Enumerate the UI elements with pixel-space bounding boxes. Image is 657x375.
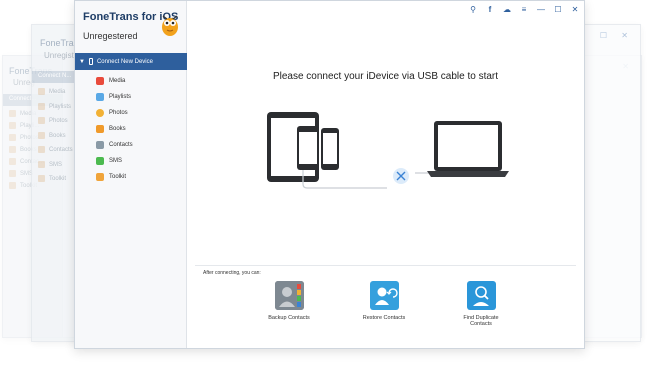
connect-device-item[interactable]: ▼ Connect New Device: [75, 53, 187, 70]
contacts-icon: [96, 141, 104, 149]
chat-icon[interactable]: ☁: [502, 5, 512, 14]
sidebar-nav: Media Playlists Photos Books Contacts SM…: [75, 73, 187, 185]
sidebar-item-contacts[interactable]: Contacts: [75, 137, 187, 153]
mascot-logo-icon: [162, 15, 178, 36]
sidebar-item-books[interactable]: Books: [75, 121, 187, 137]
sidebar-item-label: Contacts: [109, 142, 133, 148]
toolkit-icon: [96, 173, 104, 181]
media-icon: [96, 77, 104, 85]
books-icon: [96, 125, 104, 133]
sidebar-item-label: Playlists: [109, 94, 132, 100]
key-icon[interactable]: ⚲: [468, 5, 478, 14]
menu-icon[interactable]: ≡: [519, 5, 529, 14]
sidebar-item-label: Toolkit: [109, 174, 127, 180]
iphone-small-icon: [321, 128, 339, 170]
section-divider: [195, 265, 576, 266]
restore-contacts-label: Restore Contacts: [362, 315, 406, 321]
background-item: SMS: [38, 161, 62, 168]
device-connection-illustration: [267, 112, 509, 189]
disconnected-icon: [393, 168, 409, 184]
background-item: Books: [38, 132, 66, 139]
restore-contacts-action[interactable]: Restore Contacts: [344, 281, 424, 321]
sms-icon: [96, 157, 104, 165]
find-duplicate-contacts-action[interactable]: Find Duplicate Contacts: [441, 281, 521, 327]
find-duplicate-contacts-label: Find Duplicate Contacts: [463, 315, 499, 327]
background-window-controls: ☐ ✕: [599, 31, 634, 40]
close-icon[interactable]: ✕: [570, 5, 580, 14]
sidebar-item-photos[interactable]: Photos: [75, 105, 187, 121]
connect-instruction: Please connect your iDevice via USB cabl…: [272, 71, 499, 82]
background-item: Toolkit: [38, 175, 66, 182]
background-item: Contacts: [38, 146, 73, 153]
sidebar-item-label: SMS: [109, 158, 123, 164]
sidebar-item-playlists[interactable]: Playlists: [75, 89, 187, 105]
backup-contacts-action[interactable]: Backup Contacts: [249, 281, 329, 321]
sidebar-item-toolkit[interactable]: Toolkit: [75, 169, 187, 185]
main-panel: ⚲ f ☁ ≡ — ☐ ✕ Please connect your iDevic…: [187, 1, 584, 348]
phone-icon: [88, 58, 93, 65]
sidebar-item-label: Media: [109, 78, 126, 84]
maximize-icon[interactable]: ☐: [553, 5, 563, 14]
sidebar-item-media[interactable]: Media: [75, 73, 187, 89]
backup-contacts-label: Backup Contacts: [268, 315, 310, 321]
laptop-icon: [427, 121, 509, 177]
registration-status[interactable]: Unregestered: [83, 31, 138, 41]
main-window: FoneTrans for iOS Unregestered ▼ Connect…: [74, 0, 585, 349]
playlists-icon: [96, 93, 104, 101]
find-duplicate-contacts-icon[interactable]: [466, 281, 496, 310]
sidebar: FoneTrans for iOS Unregestered ▼ Connect…: [75, 1, 187, 348]
restore-contacts-icon[interactable]: [369, 281, 399, 310]
background-item: Photos: [38, 117, 68, 124]
backup-contacts-icon[interactable]: [274, 281, 304, 310]
iphone-icon: [297, 126, 319, 170]
sidebar-item-sms[interactable]: SMS: [75, 153, 187, 169]
title-bar-controls: ⚲ f ☁ ≡ — ☐ ✕: [468, 5, 580, 14]
sidebar-item-label: Photos: [109, 110, 128, 116]
facebook-icon[interactable]: f: [485, 5, 495, 14]
minimize-icon[interactable]: —: [536, 5, 546, 14]
background-item: SMS: [9, 170, 33, 177]
background-item: Media: [38, 88, 65, 95]
after-connecting-label: After connecting, you can:: [203, 270, 261, 276]
connect-device-label: Connect New Device: [96, 58, 153, 65]
expand-triangle-icon[interactable]: ▼: [79, 59, 85, 65]
background-item: Connect N...: [38, 73, 72, 79]
background-item: Playlists: [38, 103, 71, 110]
photos-icon: [96, 109, 104, 117]
sidebar-item-label: Books: [109, 126, 126, 132]
